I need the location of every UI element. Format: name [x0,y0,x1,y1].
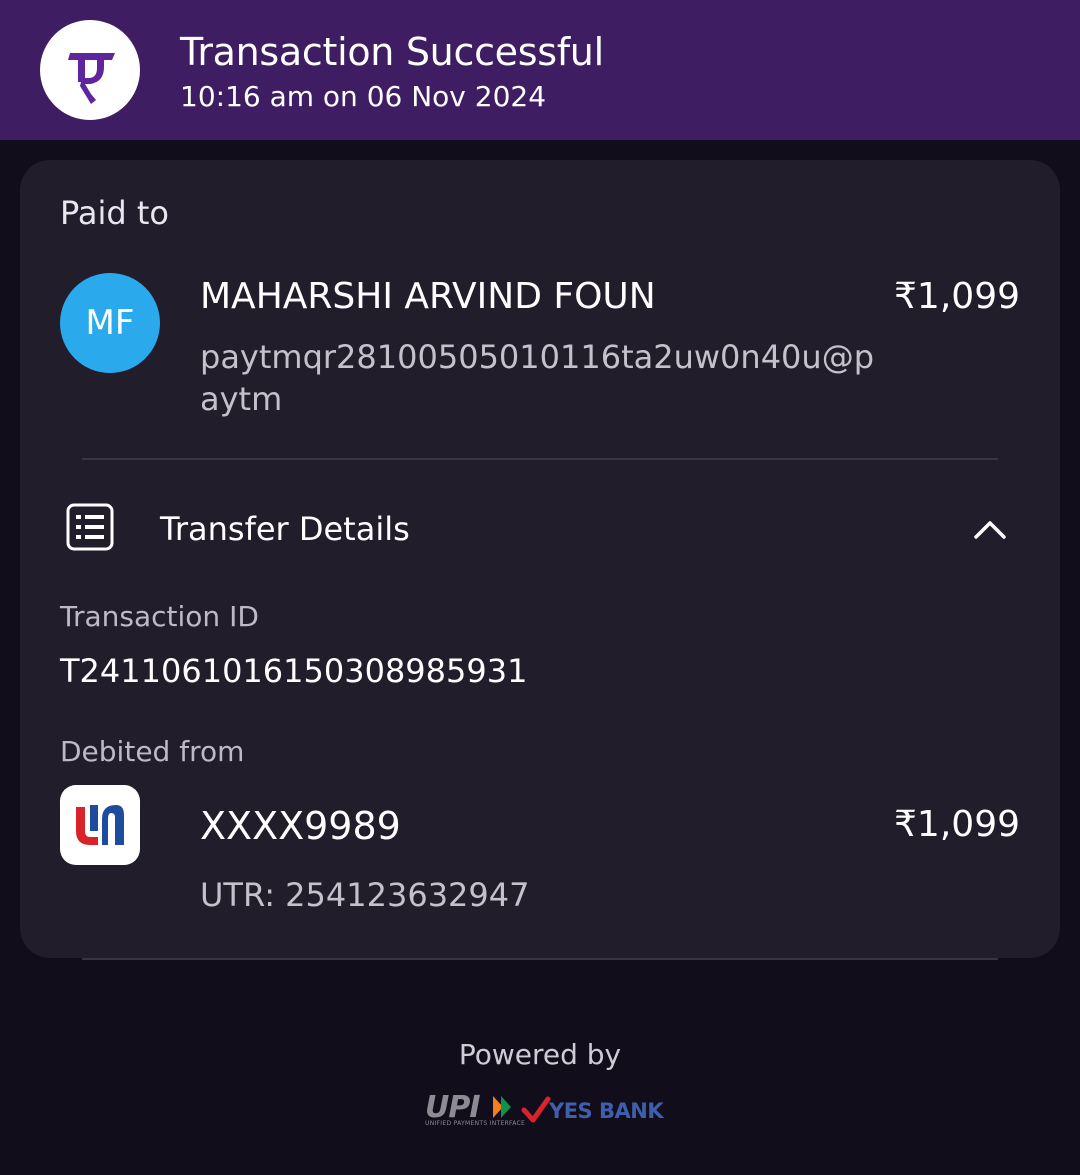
debited-account-number: XXXX9989 [200,804,401,848]
payee-vpa: paytmqr28100505010116ta2uw0n40u@paytm [200,338,874,418]
phonepe-logo-icon [40,20,140,120]
union-bank-logo-icon [60,785,140,865]
upi-logo-subtext: UNIFIED PAYMENTS INTERFACE [425,1120,526,1127]
chevron-up-icon[interactable] [972,513,1008,543]
payee-amount: ₹1,099 [894,276,1020,317]
divider [82,458,998,460]
transaction-timestamp: 10:16 am on 06 Nov 2024 [180,80,547,113]
transaction-status-title: Transaction Successful [180,30,604,74]
divider [82,958,998,960]
payee-avatar: MF [60,273,160,373]
debited-amount: ₹1,099 [894,804,1020,845]
transfer-details-title[interactable]: Transfer Details [160,510,410,548]
footer-logos: UPI UNIFIED PAYMENTS INTERFACE YES BANK [425,1090,665,1130]
debited-from-label: Debited from [60,735,245,768]
document-list-icon [66,503,114,555]
yes-bank-tick-icon [521,1096,551,1123]
paid-to-label: Paid to [60,194,169,232]
transaction-id-value: T2411061016150308985931 [60,652,528,690]
powered-by-label: Powered by [458,1038,622,1071]
upi-arrow-icon [493,1096,511,1118]
payee-name: MAHARSHI ARVIND FOUN [200,276,656,317]
transaction-card: Paid to MF MAHARSHI ARVIND FOUN ₹1,099 p… [20,160,1060,958]
transaction-id-label: Transaction ID [60,600,259,633]
utr-number: UTR: 254123632947 [200,876,530,914]
header-bar: Transaction Successful 10:16 am on 06 No… [0,0,1080,140]
yes-bank-logo: YES BANK [549,1099,664,1123]
